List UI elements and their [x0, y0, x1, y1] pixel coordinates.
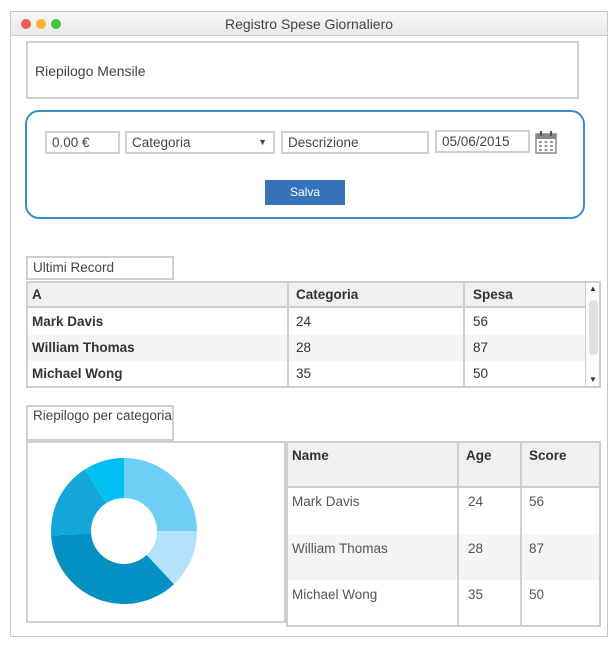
- scroll-thumb[interactable]: [589, 300, 598, 355]
- row-spesa: 87: [473, 340, 489, 355]
- row-name: William Thomas: [32, 340, 135, 355]
- table-row[interactable]: William Thomas 28 87: [288, 534, 599, 580]
- description-field[interactable]: Descrizione: [281, 131, 429, 154]
- column-header-categoria[interactable]: Categoria: [296, 283, 358, 307]
- table-row[interactable]: Michael Wong 35 50: [28, 361, 588, 386]
- window-title: Registro Spese Giornaliero: [224, 16, 394, 32]
- category-chart-panel: [26, 441, 286, 623]
- save-button[interactable]: Salva: [265, 180, 345, 205]
- row-score: 56: [529, 494, 545, 509]
- column-divider: [463, 283, 465, 386]
- row-spesa: 56: [473, 314, 489, 329]
- category-select[interactable]: Categoria ▼: [125, 131, 275, 154]
- category-summary-label: Riepilogo per categoria: [26, 405, 174, 441]
- table-row[interactable]: Mark Davis 24 56: [28, 309, 588, 335]
- vertical-scrollbar[interactable]: ▲ ▼: [586, 283, 599, 386]
- table-row[interactable]: William Thomas 28 87: [28, 335, 588, 361]
- people-table: Name Age Score Mark Davis 24 56 William …: [286, 441, 601, 627]
- column-header-score[interactable]: Score: [529, 448, 567, 463]
- row-name: Michael Wong: [292, 587, 378, 602]
- category-donut-chart: [51, 458, 197, 604]
- date-field[interactable]: 05/06/2015: [435, 130, 530, 153]
- column-divider: [520, 443, 522, 625]
- row-categoria: 35: [296, 366, 312, 381]
- row-categoria: 28: [296, 340, 312, 355]
- column-header-spesa[interactable]: Spesa: [473, 283, 513, 307]
- title-bar: Registro Spese Giornaliero: [11, 12, 607, 36]
- monthly-summary-label: Riepilogo Mensile: [35, 63, 146, 79]
- row-score: 87: [529, 541, 545, 556]
- row-spesa: 50: [473, 366, 489, 381]
- recent-records-header: A Categoria Spesa: [28, 283, 588, 308]
- row-name: Mark Davis: [32, 314, 104, 329]
- row-score: 50: [529, 587, 545, 602]
- table-row[interactable]: Mark Davis 24 56: [288, 488, 599, 534]
- column-header-a[interactable]: A: [32, 283, 42, 307]
- calendar-icon[interactable]: [535, 130, 557, 154]
- amount-field[interactable]: 0.00 €: [45, 131, 120, 154]
- row-name: Mark Davis: [292, 494, 360, 509]
- row-age: 28: [468, 541, 484, 556]
- row-age: 35: [468, 587, 484, 602]
- people-table-header: Name Age Score: [288, 443, 599, 488]
- column-divider: [287, 283, 289, 386]
- column-divider: [457, 443, 459, 625]
- row-name: William Thomas: [292, 541, 388, 556]
- row-age: 24: [468, 494, 484, 509]
- category-select-value: Categoria: [132, 135, 191, 150]
- table-row[interactable]: Michael Wong 35 50: [288, 580, 599, 625]
- column-header-age[interactable]: Age: [466, 448, 492, 463]
- scroll-up-icon[interactable]: ▲: [589, 284, 597, 293]
- column-header-name[interactable]: Name: [292, 448, 329, 463]
- recent-records-label: Ultimi Record: [26, 256, 174, 280]
- donut-slice[interactable]: [124, 458, 197, 531]
- scroll-down-icon[interactable]: ▼: [589, 375, 597, 384]
- row-categoria: 24: [296, 314, 312, 329]
- chevron-down-icon: ▼: [258, 137, 267, 147]
- monthly-summary-panel: Riepilogo Mensile: [26, 41, 579, 99]
- recent-records-table: A Categoria Spesa Mark Davis 24 56 Willi…: [26, 281, 601, 388]
- row-name: Michael Wong: [32, 366, 123, 381]
